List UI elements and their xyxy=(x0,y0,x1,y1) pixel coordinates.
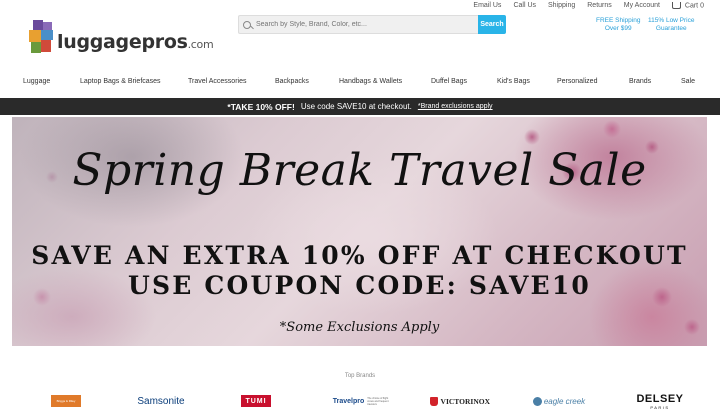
util-link-call[interactable]: Call Us xyxy=(513,2,536,9)
brand-eagle-creek[interactable]: eagle creek xyxy=(528,392,590,410)
victorinox-shield-icon xyxy=(430,396,438,406)
delsey-logo: DELSEY xyxy=(636,393,684,405)
search-field[interactable] xyxy=(238,15,478,34)
notice-text: Use code SAVE10 at checkout. xyxy=(300,102,412,111)
brand-tumi[interactable]: TUMI xyxy=(241,392,271,410)
nav-item-sale[interactable]: Sale xyxy=(681,78,695,85)
samsonite-logo: Samsonite xyxy=(137,395,185,407)
hero-exclusions-note: *Some Exclusions Apply xyxy=(279,320,440,335)
brand-victorinox[interactable]: VICTORINOX xyxy=(430,392,490,410)
hero-banner[interactable]: Spring Break Travel Sale SAVE AN EXTRA 1… xyxy=(12,117,707,346)
hero-coupon-line: USE COUPON CODE: SAVE10 xyxy=(127,271,592,300)
nav-item-brands[interactable]: Brands xyxy=(629,78,651,85)
promo-line: FREE Shipping xyxy=(596,17,641,24)
travelpro-tagline: The choice of flight crews and frequent … xyxy=(367,396,389,406)
eagle-creek-icon xyxy=(532,396,542,406)
cart-count: 0 xyxy=(700,2,704,10)
promo-notice-bar: *TAKE 10% OFF! Use code SAVE10 at checko… xyxy=(0,98,720,115)
hero-offer-line: SAVE AN EXTRA 10% OFF AT CHECKOUT xyxy=(31,241,688,270)
search-button[interactable]: Search xyxy=(478,15,506,34)
victorinox-logo: VICTORINOX xyxy=(440,396,490,406)
eagle-creek-logo: eagle creek xyxy=(543,396,586,406)
nav-item-backpacks[interactable]: Backpacks xyxy=(275,78,309,85)
logo[interactable]: luggagepros.com xyxy=(29,20,214,56)
main-nav: Luggage Laptop Bags & Briefcases Travel … xyxy=(0,78,720,94)
promo-line: Over $99 xyxy=(604,25,632,32)
delsey-subtext: PARIS xyxy=(650,405,670,410)
cart-label: Cart xyxy=(684,2,699,10)
search-input[interactable] xyxy=(256,21,456,28)
promo-free-shipping[interactable]: FREE Shipping Over $99 xyxy=(596,17,640,33)
logo-text: luggagepros.com xyxy=(57,31,214,53)
top-brands-heading: Top Brands xyxy=(344,373,376,379)
util-link-shipping[interactable]: Shipping xyxy=(548,2,575,9)
notice-headline: *TAKE 10% OFF! xyxy=(227,101,295,112)
nav-item-personalized[interactable]: Personalized xyxy=(557,78,597,85)
hero-title: Spring Break Travel Sale xyxy=(72,145,647,196)
promo-line: Guarantee xyxy=(655,25,687,32)
cart-link[interactable]: Cart 0 xyxy=(671,2,704,10)
site-header: luggagepros.com Search Email Us Call Us … xyxy=(0,0,720,70)
brand-briggs-riley[interactable]: Briggs & Riley xyxy=(46,392,86,410)
nav-item-duffel-bags[interactable]: Duffel Bags xyxy=(431,78,467,85)
brand-travelpro[interactable]: Travelpro The choice of flight crews and… xyxy=(326,392,400,410)
logo-mark-icon xyxy=(29,20,55,56)
nav-item-luggage[interactable]: Luggage xyxy=(23,78,50,85)
search-icon xyxy=(243,20,251,29)
nav-item-kids-bags[interactable]: Kid's Bags xyxy=(497,78,530,85)
nav-item-travel-accessories[interactable]: Travel Accessories xyxy=(188,78,246,85)
util-link-returns[interactable]: Returns xyxy=(587,2,612,9)
utility-links: Email Us Call Us Shipping Returns My Acc… xyxy=(473,2,704,9)
cart-icon xyxy=(671,2,681,9)
briggs-riley-logo: Briggs & Riley xyxy=(51,395,81,407)
util-link-email[interactable]: Email Us xyxy=(473,2,501,9)
tumi-logo: TUMI xyxy=(241,395,271,407)
search-bar: Search xyxy=(238,15,506,34)
promo-price-guarantee[interactable]: 115% Low Price Guarantee xyxy=(648,17,695,33)
brand-delsey[interactable]: DELSEY PARIS xyxy=(630,391,690,413)
nav-item-handbags[interactable]: Handbags & Wallets xyxy=(339,78,402,85)
nav-item-laptop-bags[interactable]: Laptop Bags & Briefcases xyxy=(80,78,161,85)
brand-samsonite[interactable]: Samsonite xyxy=(128,392,194,410)
promo-line: 115% Low Price xyxy=(648,17,695,24)
travelpro-logo: Travelpro xyxy=(332,397,365,405)
notice-exclusions-link[interactable]: *Brand exclusions apply xyxy=(418,103,493,110)
util-link-account[interactable]: My Account xyxy=(624,2,660,9)
